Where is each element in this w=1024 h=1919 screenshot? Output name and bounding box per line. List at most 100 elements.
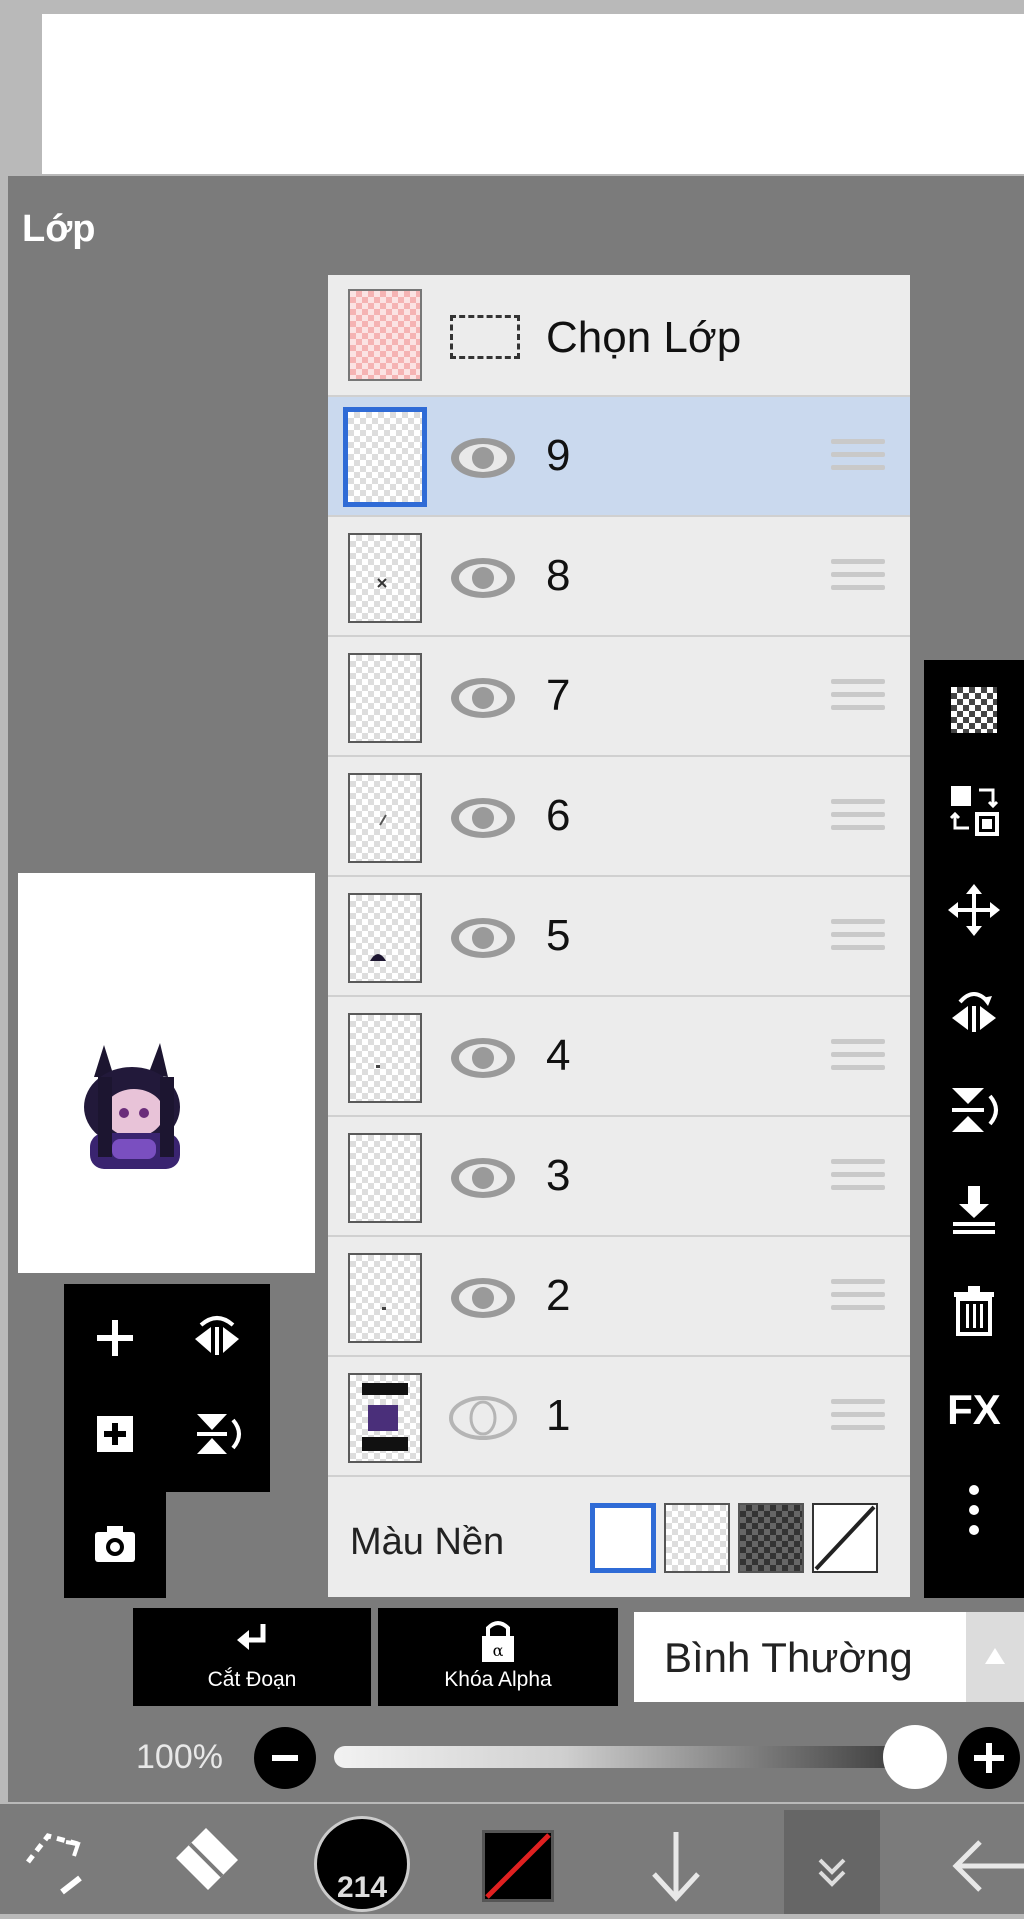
add-layer-copy-button[interactable] (70, 1394, 160, 1474)
no-color-slash-icon (485, 1833, 551, 1899)
selection-thumbnail (348, 289, 422, 381)
select-layer-row[interactable]: Chọn Lớp (328, 275, 910, 397)
layer-thumbnail (348, 1253, 422, 1343)
bg-none-swatch[interactable] (812, 1503, 878, 1573)
drag-handle-icon[interactable] (831, 1399, 885, 1438)
delete-layer-button[interactable] (924, 1260, 1024, 1360)
layer-name: 1 (546, 1391, 571, 1440)
chevron-up-icon (985, 1648, 1005, 1664)
layer-row[interactable]: 2 (328, 1237, 910, 1357)
drag-handle-icon[interactable] (831, 1159, 885, 1198)
move-icon (948, 884, 1000, 936)
eye-icon[interactable] (448, 673, 518, 723)
slash-icon (814, 1505, 876, 1571)
back-button[interactable] (950, 1826, 1024, 1906)
layer-row[interactable]: 6 (328, 757, 910, 877)
plus-icon (97, 1320, 133, 1356)
arrow-down-icon (652, 1832, 700, 1902)
layer-row[interactable]: 1 (328, 1357, 910, 1477)
layer-name: 3 (546, 1151, 571, 1200)
copy-layer-button[interactable] (924, 760, 1024, 860)
layer-row[interactable]: 9 (328, 397, 910, 517)
eraser-tool-button[interactable] (168, 1822, 248, 1898)
fx-button[interactable]: FX (924, 1360, 1024, 1460)
flip-horizontal-icon (952, 992, 996, 1032)
canvas-area-top (42, 14, 1024, 174)
select-layer-label: Chọn Lớp (546, 313, 742, 362)
layer-thumbnail (348, 533, 422, 623)
eye-icon[interactable] (448, 433, 518, 483)
layer-row[interactable]: 8 (328, 517, 910, 637)
drag-handle-icon[interactable] (831, 1039, 885, 1078)
background-color-label: Màu Nền (350, 1521, 505, 1563)
drag-handle-icon[interactable] (831, 679, 885, 718)
alpha-lock-button[interactable]: α Khóa Alpha (378, 1608, 618, 1706)
flip-vertical-button[interactable] (924, 1060, 1024, 1160)
drag-handle-icon[interactable] (831, 559, 885, 598)
checker-button[interactable] (924, 660, 1024, 760)
panel-title: Lớp (22, 208, 96, 250)
eye-icon[interactable] (448, 793, 518, 843)
blend-mode-toggle[interactable] (966, 1612, 1024, 1702)
right-toolbar: FX (924, 660, 1024, 1598)
drag-handle-icon[interactable] (831, 439, 885, 478)
eye-hidden-icon[interactable] (448, 1393, 518, 1443)
clip-arrow-icon (237, 1624, 266, 1650)
more-options-button[interactable] (924, 1460, 1024, 1560)
bg-white-swatch[interactable] (590, 1503, 656, 1573)
layer-row[interactable]: 3 (328, 1117, 910, 1237)
merge-down-button[interactable] (924, 1160, 1024, 1260)
layer-row[interactable]: 5 (328, 877, 910, 997)
eye-icon[interactable] (448, 913, 518, 963)
drag-handle-icon[interactable] (831, 1279, 885, 1318)
blend-mode-select[interactable]: Bình Thường (634, 1612, 966, 1702)
bottom-toolbar: 214 (0, 1804, 1024, 1914)
layer-thumbnail (348, 1013, 422, 1103)
trash-icon (954, 1286, 994, 1336)
bg-dark-checker-swatch[interactable] (738, 1503, 804, 1573)
flip-vertical-canvas-button[interactable] (172, 1394, 262, 1474)
double-chevron-down-icon (818, 1858, 846, 1887)
eye-icon[interactable] (448, 1033, 518, 1083)
opacity-increase-button[interactable] (958, 1727, 1020, 1789)
move-button[interactable] (924, 860, 1024, 960)
layer-name: 7 (546, 671, 571, 720)
import-photo-button[interactable] (70, 1504, 160, 1584)
flip-horizontal-button[interactable] (924, 960, 1024, 1060)
flip-horizontal-canvas-button[interactable] (172, 1298, 262, 1378)
transform-tool-button[interactable] (18, 1822, 94, 1898)
opacity-decrease-button[interactable] (254, 1727, 316, 1789)
bg-transparent-swatch[interactable] (664, 1503, 730, 1573)
selection-rect-icon (450, 315, 520, 359)
flip-vertical-icon (952, 1088, 998, 1132)
layer-name: 6 (546, 791, 571, 840)
brush-size-button[interactable]: 214 (314, 1816, 410, 1912)
layer-row[interactable]: 7 (328, 637, 910, 757)
layer-thumbnail (348, 1133, 422, 1223)
eye-icon[interactable] (448, 553, 518, 603)
merge-down-icon (953, 1186, 995, 1234)
add-layer-button[interactable] (70, 1298, 160, 1378)
eye-icon[interactable] (448, 1153, 518, 1203)
opacity-slider-track[interactable] (334, 1746, 909, 1768)
layer-name: 8 (546, 551, 571, 600)
lock-icon: α (482, 1621, 514, 1662)
layers-panel-toggle[interactable] (784, 1810, 880, 1914)
drag-handle-icon[interactable] (831, 799, 885, 838)
layer-down-button[interactable] (640, 1826, 712, 1906)
add-box-icon (97, 1416, 133, 1452)
plus-icon (974, 1743, 1004, 1773)
opacity-slider-thumb[interactable] (883, 1725, 947, 1789)
layer-thumbnail (348, 653, 422, 743)
layer-name: 2 (546, 1271, 571, 1320)
layer-row[interactable]: 4 (328, 997, 910, 1117)
layer-left-tools (64, 1284, 270, 1598)
drag-handle-icon[interactable] (831, 919, 885, 958)
eye-icon[interactable] (448, 1273, 518, 1323)
clipping-button[interactable]: Cắt Đoạn (133, 1608, 371, 1706)
clipping-label: Cắt Đoạn (207, 1668, 297, 1691)
color-button[interactable] (482, 1830, 554, 1902)
canvas-preview[interactable] (18, 873, 315, 1273)
layer-name: 9 (546, 431, 571, 480)
arrow-left-icon (952, 1840, 1024, 1892)
